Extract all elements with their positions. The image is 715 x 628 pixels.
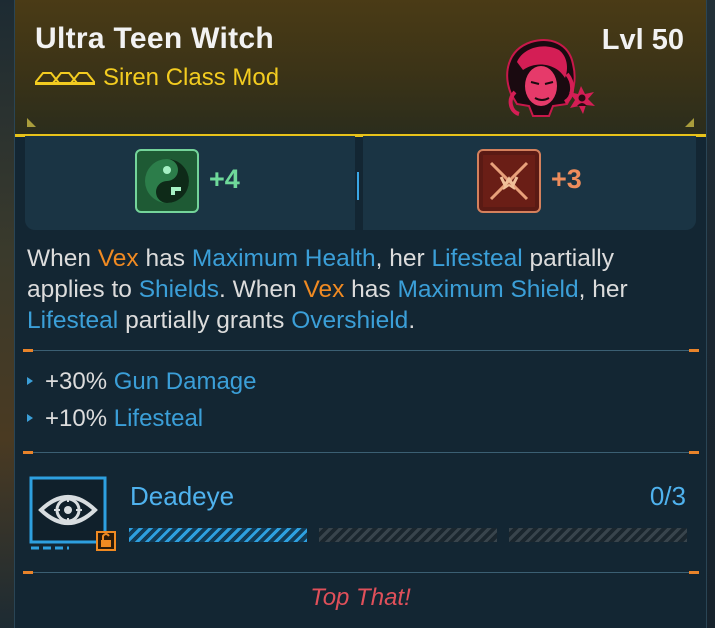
item-name: Ultra Teen Witch xyxy=(35,22,274,55)
skill-divider xyxy=(357,172,359,200)
augment-count: 0/3 xyxy=(649,481,686,511)
flavor-text: Top That! xyxy=(310,584,411,611)
section-divider xyxy=(23,571,699,574)
corner-notch-right xyxy=(685,118,694,127)
item-type: Siren Class Mod xyxy=(103,64,280,91)
augment-progress-segment-2 xyxy=(319,528,497,542)
stat-line-2: +10% Lifesteal xyxy=(27,405,203,433)
section-divider xyxy=(23,349,699,352)
background-left xyxy=(0,0,14,628)
skill-bonus-value-2: +3 xyxy=(551,164,582,194)
unlocked-padlock-icon xyxy=(96,531,116,551)
item-type-row: Siren Class Mod xyxy=(35,64,280,91)
corner-notch-left xyxy=(27,118,36,127)
vex-portrait-icon xyxy=(506,39,595,117)
item-level: Lvl 50 xyxy=(601,24,684,56)
augment-progress-segment-3 xyxy=(509,528,687,542)
skill-bonus-panel-2[interactable]: +3 xyxy=(363,136,696,230)
bullet-icon xyxy=(27,376,33,385)
augment-name: Deadeye xyxy=(130,481,235,511)
trauma-bond-skill-icon xyxy=(477,149,541,213)
skill-bonus-value-1: +4 xyxy=(209,164,240,194)
item-header: Ultra Teen Witch Lvl 50 Siren Class Mod xyxy=(15,0,706,137)
skill-bonus-panel-1[interactable]: +4 xyxy=(25,136,355,230)
section-divider xyxy=(23,451,699,454)
legendary-chevrons-icon xyxy=(35,72,95,85)
eye-target-icon[interactable] xyxy=(25,474,117,552)
augment-progress-segment-1 xyxy=(129,528,307,542)
bullet-icon xyxy=(27,413,33,422)
stat-line-1: +30% Gun Damage xyxy=(27,368,256,396)
dead-ringer-skill-icon xyxy=(135,149,199,213)
item-description: When Vex has Maximum Health, her Lifeste… xyxy=(27,245,628,334)
item-card: Ultra Teen Witch Lvl 50 Siren Class Mod xyxy=(14,0,707,628)
